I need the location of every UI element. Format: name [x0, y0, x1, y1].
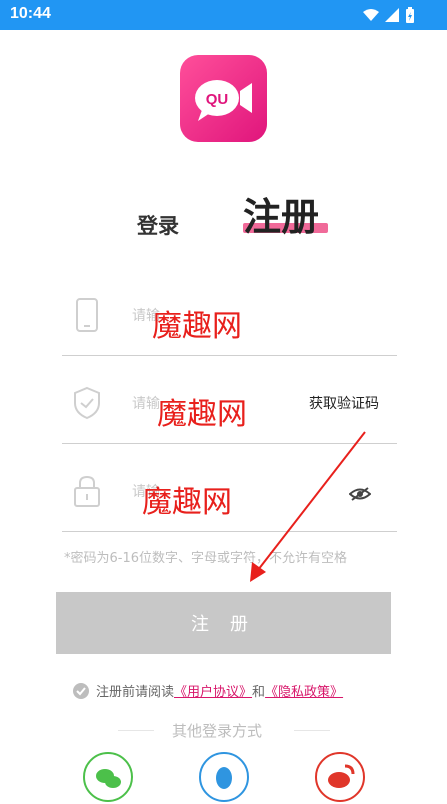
register-button[interactable]: 注 册: [56, 592, 391, 654]
other-login-label: 其他登录方式: [172, 722, 263, 740]
divider-line: [118, 730, 154, 731]
check-circle-icon[interactable]: [72, 682, 90, 700]
weibo-icon: [328, 764, 355, 788]
user-agreement-link[interactable]: 《用户协议》: [174, 681, 252, 700]
other-login-divider: 其他登录方式: [0, 718, 447, 742]
divider-line: [294, 730, 330, 731]
annotation-arrow: [250, 431, 366, 582]
privacy-policy-link[interactable]: 《隐私政策》: [265, 681, 343, 700]
agreement-prefix: 注册前请阅读: [96, 685, 175, 700]
qq-icon: [216, 767, 232, 789]
agreement-and: 和: [252, 685, 266, 700]
wechat-icon: [96, 769, 121, 788]
agreement-row: 注册前请阅读 《用户协议》 和 《隐私政策》: [72, 681, 343, 700]
